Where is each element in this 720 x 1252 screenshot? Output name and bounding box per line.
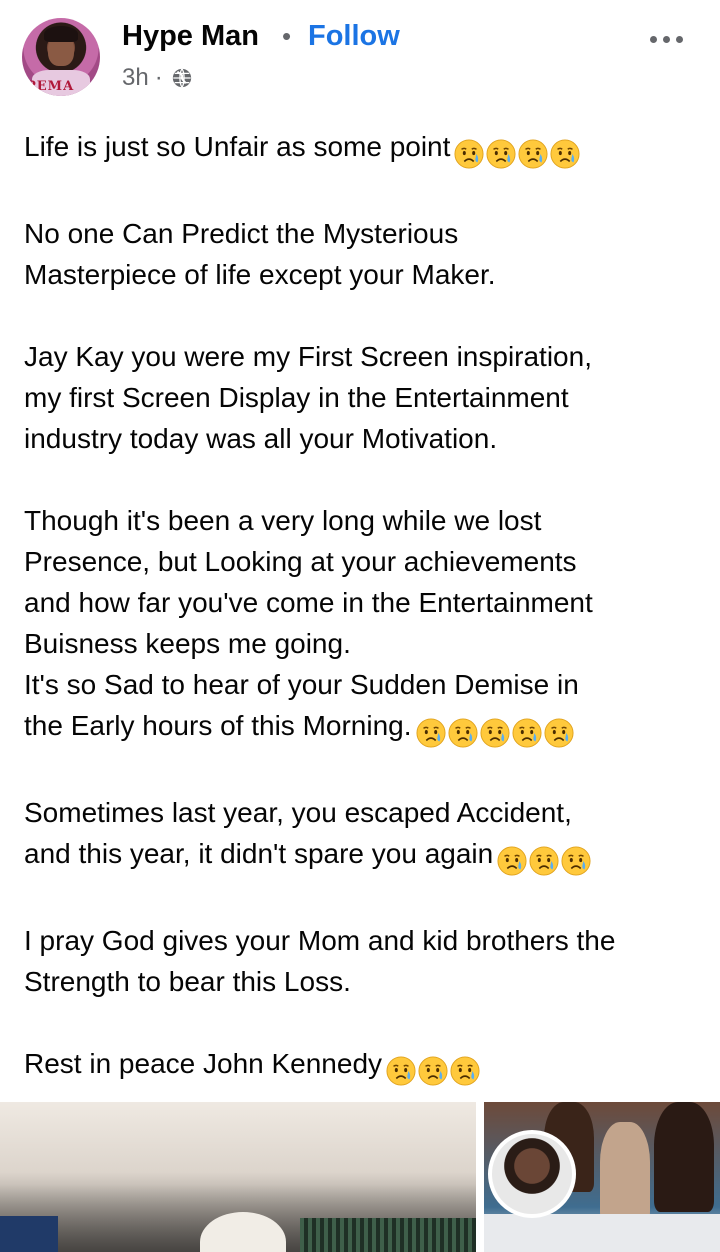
emoji-group	[386, 1048, 482, 1089]
avatar-hair	[44, 26, 78, 42]
sad-but-relieved-face-icon	[518, 139, 548, 169]
follow-button[interactable]: Follow	[308, 20, 400, 53]
globe-icon	[172, 68, 191, 88]
post-meta: 3h ·	[122, 64, 193, 92]
text-span: and this year, it didn't spare you again	[24, 838, 494, 869]
sad-but-relieved-face-icon	[561, 846, 591, 876]
sad-but-relieved-face-icon	[454, 139, 484, 169]
text-line: I pray God gives your Mom and kid brothe…	[24, 925, 616, 956]
photo-portrait	[488, 1130, 576, 1218]
sad-but-relieved-face-icon	[480, 718, 510, 748]
text-line: Sometimes last year, you escaped Acciden…	[24, 797, 572, 828]
photo-person	[600, 1122, 650, 1222]
author-name[interactable]: Hype Man	[122, 20, 259, 53]
text-line: It's so Sad to hear of your Sudden Demis…	[24, 669, 579, 700]
sad-but-relieved-face-icon	[497, 846, 527, 876]
emoji-group	[416, 710, 576, 751]
photo-person	[654, 1102, 714, 1212]
emoji-group	[497, 838, 593, 879]
more-options-icon[interactable]	[648, 34, 688, 46]
text-line: and how far you've come in the Entertain…	[24, 587, 593, 618]
more-dot	[663, 36, 670, 43]
text-line: industry today was all your Motivation.	[24, 423, 498, 454]
meta-dot: ·	[154, 64, 163, 91]
more-dot	[650, 36, 657, 43]
post-text: Life is just so Unfair as some point No …	[24, 126, 704, 1089]
photo-screen	[0, 1216, 58, 1252]
sad-but-relieved-face-icon	[512, 718, 542, 748]
text-line: Buisness keeps me going.	[24, 628, 351, 659]
sad-but-relieved-face-icon	[386, 1056, 416, 1086]
text-span: Rest in peace John Kennedy	[24, 1048, 383, 1079]
sad-but-relieved-face-icon	[486, 139, 516, 169]
more-dot	[676, 36, 683, 43]
post-header: PEMA Hype Man • Follow 3h ·	[0, 0, 720, 110]
text-line: Presence, but Looking at your achievemen…	[24, 546, 577, 577]
sad-but-relieved-face-icon	[529, 846, 559, 876]
author-avatar[interactable]: PEMA	[22, 18, 100, 96]
sad-but-relieved-face-icon	[418, 1056, 448, 1086]
text-span: Life is just so Unfair as some point	[24, 131, 451, 162]
sad-but-relieved-face-icon	[448, 718, 478, 748]
text-line: Strength to bear this Loss.	[24, 966, 351, 997]
photo-bottom	[484, 1214, 720, 1252]
text-line: No one Can Predict the Mysterious	[24, 218, 459, 249]
post-photos	[0, 1102, 720, 1252]
text-span: the Early hours of this Morning.	[24, 710, 412, 741]
sad-but-relieved-face-icon	[550, 139, 580, 169]
sad-but-relieved-face-icon	[416, 718, 446, 748]
text-line: Jay Kay you were my First Screen inspira…	[24, 341, 592, 372]
avatar-text: PEMA	[26, 79, 75, 94]
sad-but-relieved-face-icon	[450, 1056, 480, 1086]
post-photo-2[interactable]	[484, 1102, 720, 1252]
post-time[interactable]: 3h	[122, 64, 149, 92]
post-photo-1[interactable]	[0, 1102, 476, 1252]
text-line: Life is just so Unfair as some point	[24, 126, 704, 172]
text-line: Rest in peace John Kennedy	[24, 1043, 704, 1089]
text-line: the Early hours of this Morning.	[24, 705, 704, 751]
emoji-group	[454, 131, 582, 172]
sad-but-relieved-face-icon	[544, 718, 574, 748]
separator-dot: •	[282, 21, 292, 51]
photo-grille	[300, 1218, 476, 1252]
text-line: my first Screen Display in the Entertain…	[24, 382, 569, 413]
text-line: Though it's been a very long while we lo…	[24, 505, 542, 536]
text-line: Masterpiece of life except your Maker.	[24, 259, 496, 290]
text-line: and this year, it didn't spare you again	[24, 833, 704, 879]
